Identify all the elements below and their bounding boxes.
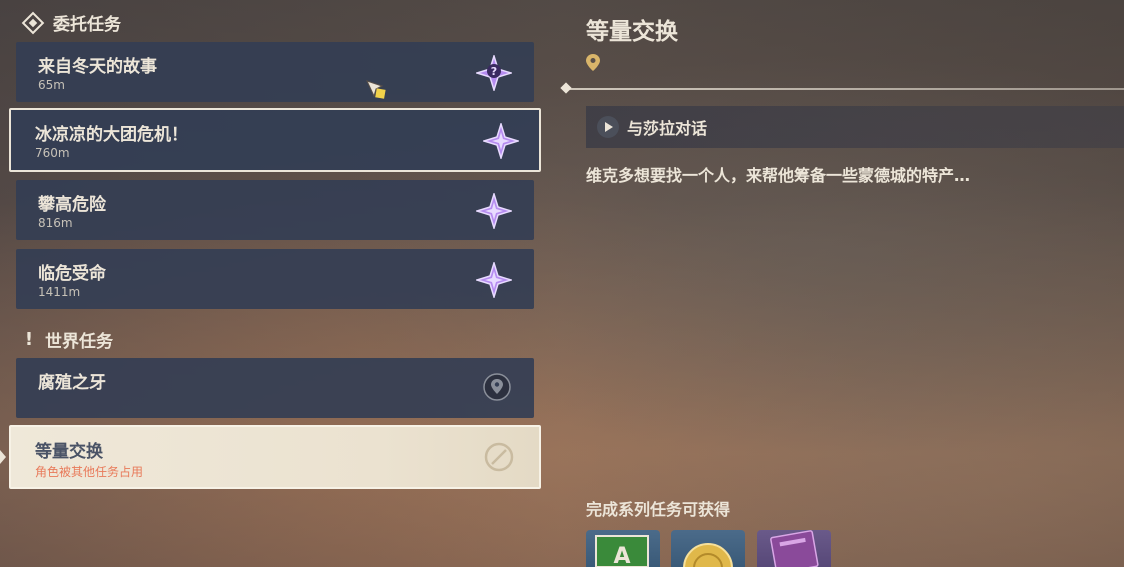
quest-item[interactable]: 腐殖之牙 — [16, 358, 534, 418]
quest-name: 等量交换 — [35, 442, 103, 462]
quest-distance: 1411m — [38, 285, 81, 299]
quest-item[interactable]: 来自冬天的故事 65m ? — [16, 42, 534, 102]
quest-item[interactable]: 临危受命 1411m — [16, 249, 534, 309]
cursor-icon — [366, 80, 386, 99]
purple-book-icon — [770, 530, 819, 567]
quest-item[interactable]: 攀高危险 816m — [16, 180, 534, 240]
divider — [566, 88, 1124, 90]
quest-distance: 760m — [35, 146, 70, 160]
purple-question-star-icon: ? — [476, 55, 512, 91]
blocked-icon — [484, 442, 514, 472]
commission-header-label: 委托任务 — [53, 15, 121, 35]
world-quest-header: ! 世界任务 — [22, 327, 113, 352]
reward-item[interactable] — [757, 530, 831, 567]
quest-name: 来自冬天的故事 — [38, 57, 157, 77]
quest-name: 冰凉凉的大团危机！ — [35, 125, 188, 145]
commission-diamond-icon — [21, 11, 45, 34]
purple-star-icon — [483, 123, 519, 159]
selection-arrow-icon — [0, 450, 6, 464]
objective-label: 与莎拉对话 — [627, 119, 708, 138]
mora-coin-icon — [683, 543, 733, 567]
quest-description: 维克多想要找一个人，来帮他筹备一些蒙德城的特产… — [586, 166, 971, 185]
quest-distance: 816m — [38, 216, 73, 230]
quest-name: 攀高危险 — [38, 195, 106, 215]
location-pin-icon — [483, 373, 511, 401]
commission-header: 委托任务 — [21, 10, 121, 35]
quest-name: 腐殖之牙 — [38, 373, 106, 393]
reward-item[interactable] — [671, 530, 745, 567]
play-icon — [597, 116, 619, 138]
location-pin-icon — [586, 54, 600, 71]
adventure-exp-icon: A — [595, 535, 649, 567]
quest-detail-title: 等量交换 — [586, 19, 678, 45]
quest-objective[interactable]: 与莎拉对话 — [586, 106, 1124, 148]
quest-item-selected[interactable]: 等量交换 角色被其他任务占用 — [9, 425, 541, 489]
reward-item[interactable]: A — [586, 530, 660, 567]
svg-text:?: ? — [491, 65, 497, 78]
purple-star-icon — [476, 262, 512, 298]
quest-name: 临危受命 — [38, 264, 106, 284]
quest-status: 角色被其他任务占用 — [35, 465, 144, 479]
purple-star-icon — [476, 193, 512, 229]
rewards-title: 完成系列任务可获得 — [586, 500, 731, 519]
quest-distance: 65m — [38, 78, 65, 92]
svg-text:A: A — [613, 544, 630, 567]
world-quest-header-label: 世界任务 — [45, 332, 113, 352]
quest-item[interactable]: 冰凉凉的大团危机！ 760m — [9, 108, 541, 172]
exclamation-icon: ! — [24, 329, 34, 350]
